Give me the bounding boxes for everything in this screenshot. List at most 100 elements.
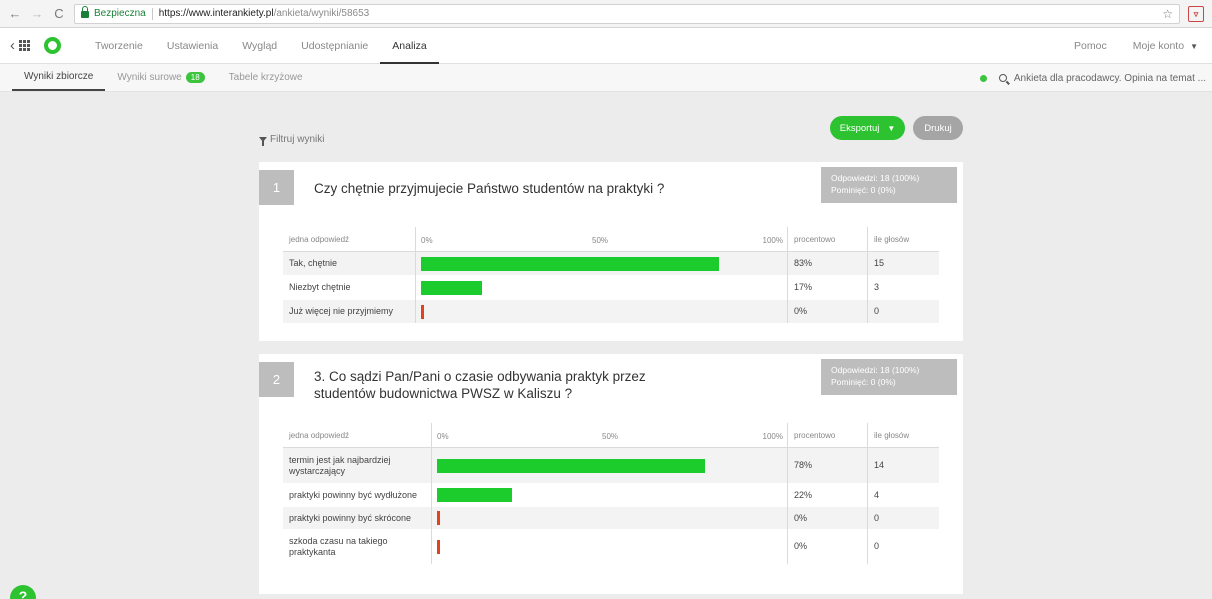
tab-udostepnianie[interactable]: Udostępnianie [289,28,380,64]
table-row: szkoda czasu na takiego praktykanta 0% 0 [283,529,939,564]
tab-wyniki-zbiorcze[interactable]: Wyniki zbiorcze [12,64,106,91]
column-answer: jedna odpowiedź [289,234,350,244]
divider [151,7,153,20]
count-badge: 18 [185,72,205,83]
table-row: praktyki powinny być skrócone 0% 0 [283,507,939,529]
result-bar [437,539,440,554]
tab-tabele-krzyzowe[interactable]: Tabele krzyżowe [217,64,315,91]
bar-cell [431,448,787,483]
scale-0: 0% [421,236,433,245]
column-percent: procentowo [787,227,867,251]
header-right: Pomoc Moje konto ▼ [1074,40,1202,52]
column-count: ile głosów [867,423,939,447]
bar-cell [431,507,787,529]
apps-grid-icon[interactable] [19,40,30,51]
question-title-line: Czy chętnie przyjmujecie Państwo student… [314,181,665,196]
results-toolbar: Filtruj wyniki Eksportuj ▼ Drukuj [259,114,963,162]
account-menu[interactable]: Moje konto ▼ [1133,40,1198,52]
address-bar[interactable]: Bezpieczna https://www.interankiety.pl/a… [74,3,1180,24]
chevron-left-icon[interactable]: ‹ [10,37,15,54]
skipped-count: Pominięć: 0 (0%) [831,377,896,387]
print-button[interactable]: Drukuj [913,116,963,140]
tab-ustawienia[interactable]: Ustawienia [155,28,230,64]
tab-wyglad[interactable]: Wygląd [230,28,289,64]
filter-funnel-icon [259,137,267,146]
scale-0: 0% [437,432,449,441]
results-content: Filtruj wyniki Eksportuj ▼ Drukuj 1 Czy … [259,114,963,599]
results-header: jedna odpowiedź 0% 50% 100% procentowo i… [283,423,939,448]
answer-count: 4 [867,483,939,507]
help-link[interactable]: Pomoc [1074,40,1107,52]
logo-ring-icon[interactable] [44,37,61,54]
reload-icon[interactable]: C [52,6,66,21]
question-title: Czy chętnie przyjmujecie Państwo student… [314,180,664,197]
secure-label: Bezpieczna [94,8,146,19]
tab-tworzenie[interactable]: Tworzenie [83,28,155,64]
answers-summary: Odpowiedzi: 18 (100%) Pominięć: 0 (0%) [821,359,957,395]
bar-cell [415,275,787,300]
url-host: https://www.interankiety.pl [158,8,274,19]
result-bar [437,488,512,502]
forward-arrow-icon[interactable]: → [30,6,44,21]
search-icon [998,74,1007,82]
answer-label: Tak, chętnie [289,258,338,268]
answer-percent: 0% [787,529,867,564]
column-scale: 0% 50% 100% [415,227,787,251]
answer-label: Już więcej nie przyjmiemy [289,306,394,316]
question-number: 1 [259,170,294,205]
scale-100: 100% [762,236,783,245]
answer-count: 0 [867,507,939,529]
tab-analiza[interactable]: Analiza [380,28,439,64]
answer-label: szkoda czasu na takiego praktykanta [283,529,431,564]
answer-count: 0 [867,529,939,564]
answer-percent: 17% [787,275,867,300]
answer-percent: 78% [787,448,867,483]
tab-label: Wyniki surowe [117,72,182,83]
column-count: ile głosów [867,227,939,251]
browser-toolbar: ← → C Bezpieczna https://www.interankiet… [0,0,1212,28]
table-row: Już więcej nie przyjmiemy 0% 0 [283,300,939,323]
answer-count: 14 [867,448,939,483]
question-card: 2 3. Co sądzi Pan/Pani o czasie odbywani… [259,354,963,594]
url-path: /ankieta/wyniki/58653 [273,8,370,19]
result-bar [421,304,424,319]
answers-count: Odpowiedzi: 18 (100%) [831,173,920,183]
results-table: jedna odpowiedź 0% 50% 100% procentowo i… [283,423,939,564]
bar-cell [431,483,787,507]
scale-50: 50% [592,236,609,245]
star-icon[interactable]: ☆ [1162,7,1173,21]
help-icon[interactable]: ? [10,585,36,599]
scale-100: 100% [762,432,783,441]
account-label: Moje konto [1132,39,1185,52]
extension-icon[interactable]: ▿ [1188,5,1204,22]
answer-label: Niezbyt chętnie [289,282,351,292]
bar-cell [415,300,787,323]
skipped-count: Pominięć: 0 (0%) [831,185,896,195]
back-arrow-icon[interactable]: ← [8,6,22,21]
question-number: 2 [259,362,294,397]
filter-button[interactable]: Filtruj wyniki [259,134,325,146]
table-row: Niezbyt chętnie 17% 3 [283,275,939,300]
result-bar [421,280,482,295]
table-row: termin jest jak najbardziej wystarczający… [283,448,939,483]
result-bar [437,458,705,473]
status-dot-icon [979,74,987,82]
answer-label: termin jest jak najbardziej wystarczający [283,448,431,483]
scale-50: 50% [602,432,619,441]
bar-cell [415,252,787,275]
answer-percent: 83% [787,252,867,275]
lock-icon [81,6,89,18]
answer-count: 0 [867,300,939,323]
result-bar [437,511,440,525]
column-answer: jedna odpowiedź [289,430,350,440]
survey-selector[interactable]: Ankieta dla pracodawcy. Opinia na temat … [979,64,1206,92]
question-title-line: studentów budownictwa PWSZ w Kaliszu ? [314,386,573,401]
export-button[interactable]: Eksportuj ▼ [830,116,905,140]
table-row: praktyki powinny być wydłużone 22% 4 [283,483,939,507]
tab-wyniki-surowe[interactable]: Wyniki surowe 18 [105,64,216,91]
question-card: 1 Czy chętnie przyjmujecie Państwo stude… [259,162,963,341]
bar-cell [431,529,787,564]
answer-label-line: praktykanta [289,546,336,557]
export-label: Eksportuj [839,122,880,134]
filter-label: Filtruj wyniki [270,134,325,145]
